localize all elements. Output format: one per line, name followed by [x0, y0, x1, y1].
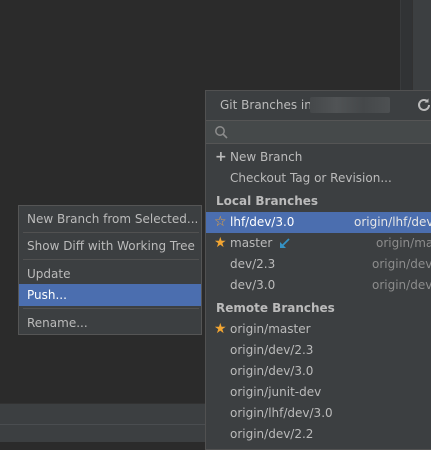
branch-name: lhf/dev/3.0 — [230, 215, 295, 229]
menu-item-push[interactable]: Push... — [19, 284, 201, 306]
bottom-divider — [0, 424, 205, 425]
repository-name-redacted — [310, 97, 390, 113]
menu-item-new-branch-from-selected[interactable]: New Branch from Selected... — [19, 208, 201, 230]
remote-branch-item[interactable]: ★ origin/master — [206, 319, 431, 340]
menu-separator — [23, 308, 199, 309]
local-branches-header: Local Branches — [206, 191, 431, 212]
menu-separator — [23, 232, 199, 233]
branch-item-dev-2-3[interactable]: dev/2.3 origin/dev/ — [206, 254, 431, 275]
tracking-branch: origin/lhf/dev/ — [354, 215, 431, 229]
current-branch-arrow-icon — [280, 238, 290, 248]
branch-item-master[interactable]: ★ master origin/mast — [206, 233, 431, 254]
branch-context-menu: New Branch from Selected... Show Diff wi… — [18, 205, 202, 335]
menu-item-update[interactable]: Update — [19, 263, 201, 285]
tracking-branch: origin/mast — [376, 236, 431, 250]
star-outline-icon[interactable]: ☆ — [214, 212, 227, 233]
new-branch-label: New Branch — [230, 150, 303, 164]
branch-item-lhf-dev-3-0[interactable]: ☆ lhf/dev/3.0 origin/lhf/dev/ — [206, 212, 431, 233]
search-icon — [215, 126, 228, 139]
remote-branches-header: Remote Branches — [206, 298, 431, 319]
branch-name: origin/dev/2.2 — [230, 427, 314, 441]
branch-name: origin/junit-dev — [230, 385, 322, 399]
branch-name: origin/dev/3.0 — [230, 364, 314, 378]
menu-item-rename[interactable]: Rename... — [19, 312, 201, 334]
menu-item-show-diff[interactable]: Show Diff with Working Tree — [19, 235, 201, 257]
refresh-icon[interactable] — [416, 97, 431, 113]
checkout-tag-action[interactable]: Checkout Tag or Revision... — [206, 168, 431, 189]
tracking-branch: origin/dev/ — [372, 278, 431, 292]
remote-branch-item[interactable]: origin/lhf/dev/3.0 — [206, 403, 431, 424]
branch-name: dev/2.3 — [230, 257, 276, 271]
checkout-tag-label: Checkout Tag or Revision... — [230, 171, 392, 185]
remote-branches-title: Remote Branches — [216, 301, 335, 315]
star-filled-icon[interactable]: ★ — [214, 319, 227, 340]
branch-name: origin/dev/2.3 — [230, 343, 314, 357]
git-branches-popup: Git Branches in + New Branch Checkout Ta… — [205, 90, 431, 450]
star-filled-icon[interactable]: ★ — [214, 233, 227, 254]
branch-search-input[interactable] — [206, 120, 431, 144]
menu-separator — [23, 259, 199, 260]
local-branches-title: Local Branches — [216, 194, 319, 208]
branch-name: master — [230, 236, 273, 250]
remote-branch-item[interactable]: origin/dev/2.3 — [206, 340, 431, 361]
branch-item-dev-3-0[interactable]: dev/3.0 origin/dev/ — [206, 275, 431, 296]
remote-branch-item[interactable]: origin/dev/2.2 — [206, 424, 431, 445]
remote-branch-item[interactable]: origin/junit-dev — [206, 382, 431, 403]
branch-name: dev/3.0 — [230, 278, 276, 292]
popup-header: Git Branches in — [206, 91, 431, 120]
plus-icon: + — [215, 149, 227, 165]
tracking-branch: origin/dev/ — [372, 257, 431, 271]
popup-title: Git Branches in — [220, 98, 312, 112]
remote-branch-item[interactable]: origin/dev/3.0 — [206, 361, 431, 382]
branch-name: origin/lhf/dev/3.0 — [230, 406, 333, 420]
branch-name: origin/master — [230, 322, 311, 336]
new-branch-action[interactable]: + New Branch — [206, 147, 431, 168]
